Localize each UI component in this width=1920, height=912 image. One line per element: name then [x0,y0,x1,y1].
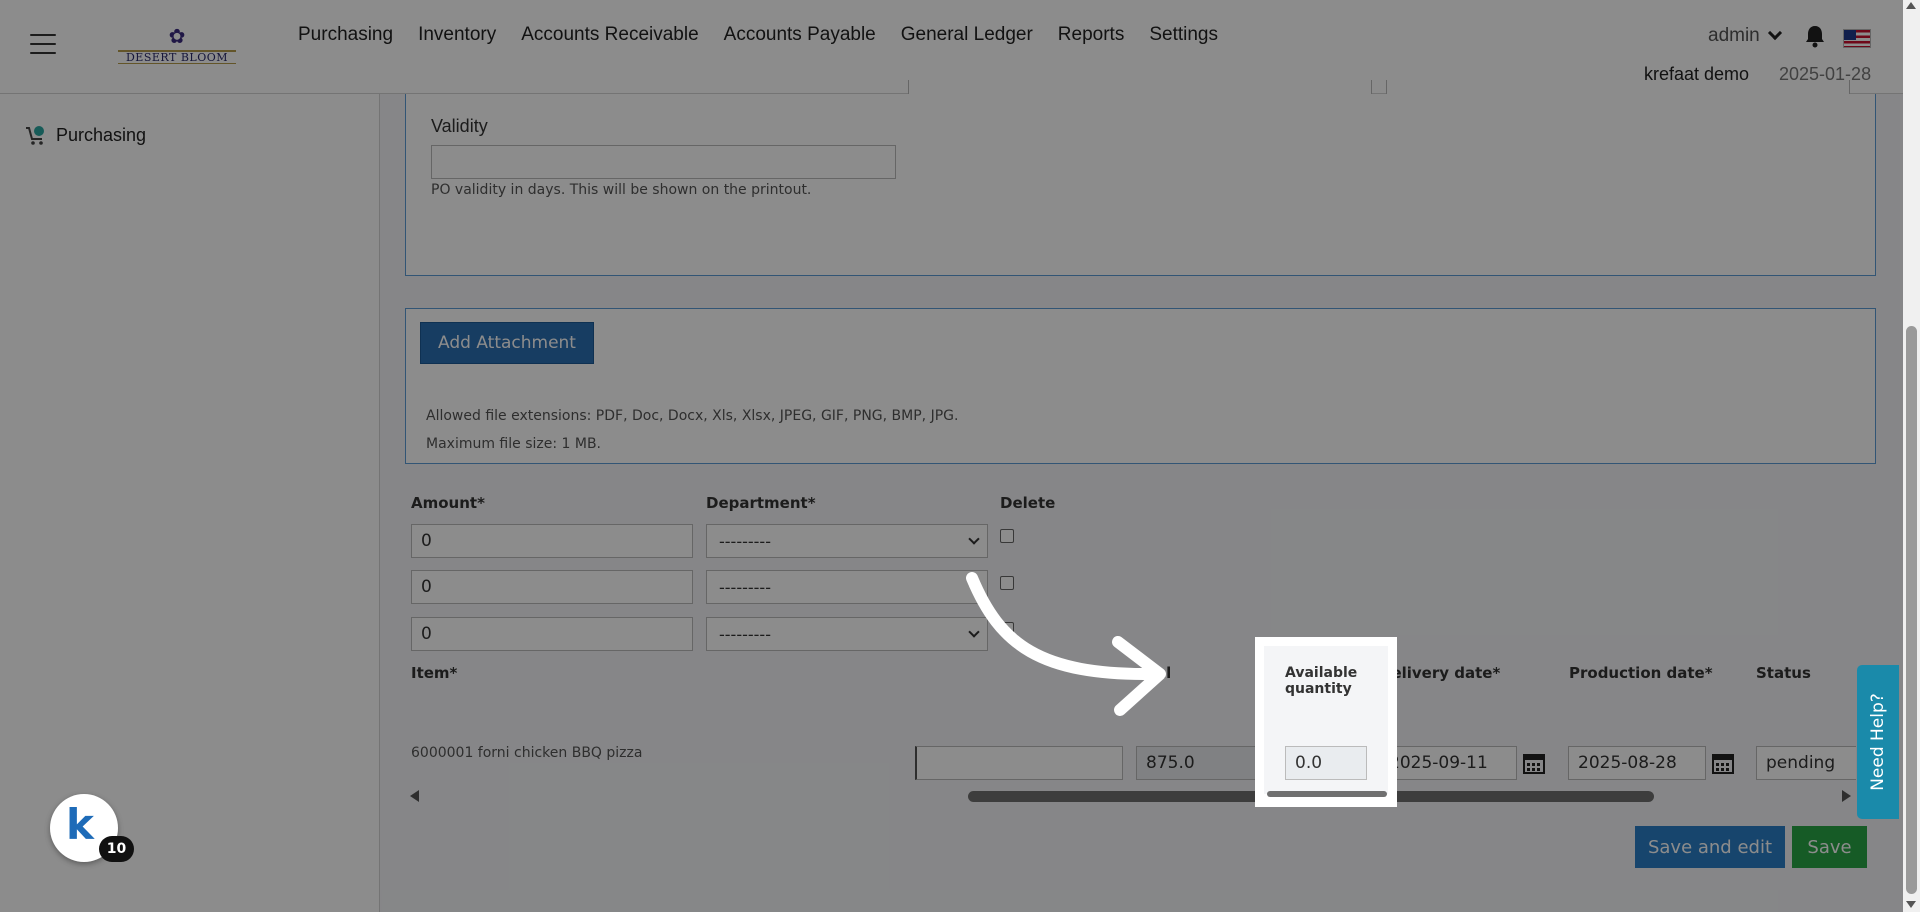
spotlight-scroll-thumb [1267,791,1387,797]
pointer-arrow-icon [966,572,1166,716]
available-quantity-label: Available quantity [1285,665,1358,697]
notification-count-badge: 10 [99,836,134,862]
k-logo-icon: k [66,800,94,849]
available-quantity-input[interactable]: 0.0 [1285,746,1367,780]
scroll-up-arrow-icon[interactable] [1906,2,1916,9]
scroll-down-arrow-icon[interactable] [1906,901,1916,908]
need-help-label: Need Help? [1868,693,1888,791]
need-help-tab[interactable]: Need Help? [1857,665,1899,819]
page-scroll-thumb[interactable] [1906,326,1917,894]
tutorial-dim-overlay [0,0,1920,912]
available-quantity-header: Available quantity [1285,665,1375,697]
